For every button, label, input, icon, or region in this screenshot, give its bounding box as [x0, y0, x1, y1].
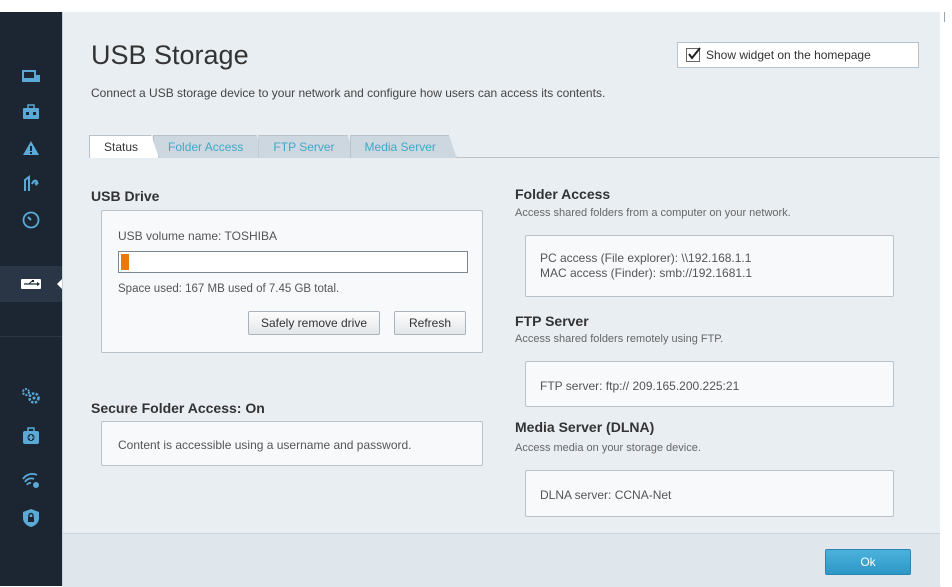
content-area: USB Drive USB volume name: TOSHIBA Space…: [63, 157, 941, 533]
media-server-description: Access media on your storage device.: [515, 442, 701, 454]
sidebar-item-wireless[interactable]: [0, 462, 62, 498]
sidebar-item-troubleshooting[interactable]: [0, 418, 62, 454]
sidebar-item-parental[interactable]: [0, 166, 62, 202]
show-widget-toggle[interactable]: Show widget on the homepage: [677, 42, 919, 68]
tab-ftp-server[interactable]: FTP Server: [258, 135, 355, 158]
wireless-icon: [22, 473, 39, 488]
sidebar-item-alerts[interactable]: [0, 130, 62, 166]
usb-volume-name: USB volume name: TOSHIBA: [118, 229, 277, 243]
space-used-text: Space used: 167 MB used of 7.45 GB total…: [118, 283, 340, 295]
pc-access-text: PC access (File explorer): \\192.168.1.1: [540, 251, 752, 265]
speed-gauge-icon: [22, 211, 40, 229]
dlna-server-text: DLNA server: CCNA-Net: [540, 488, 672, 502]
sidebar-item-speed[interactable]: [0, 202, 62, 238]
page-subtitle: Connect a USB storage device to your net…: [91, 86, 606, 100]
header: USB Storage Connect a USB storage device…: [63, 12, 941, 130]
page-title: USB Storage: [91, 40, 249, 70]
settings-gears-icon: [22, 388, 40, 404]
media-server-panel: DLNA server: CCNA-Net: [525, 470, 894, 517]
tab-status[interactable]: Status: [89, 135, 159, 158]
ok-button[interactable]: Ok: [825, 549, 911, 575]
sidebar-item-settings[interactable]: [0, 378, 62, 414]
security-shield-icon: [23, 509, 39, 527]
usb-drive-title: USB Drive: [91, 188, 160, 204]
sidebar: [0, 0, 63, 586]
secure-folder-access-title: Secure Folder Access: On: [91, 400, 265, 416]
sidebar-item-security[interactable]: [0, 500, 62, 536]
mac-access-text: MAC access (Finder): smb://192.1681.1: [540, 266, 753, 280]
usage-progress-fill: [121, 254, 129, 270]
checkmark-icon: [688, 47, 701, 60]
safely-remove-drive-button[interactable]: Safely remove drive: [248, 311, 380, 335]
sidebar-item-devices[interactable]: [0, 58, 62, 94]
toolbox-icon: [23, 104, 39, 119]
folder-access-panel: PC access (File explorer): \\192.168.1.1…: [525, 235, 894, 297]
media-server-title: Media Server (DLNA): [515, 419, 655, 435]
refresh-button[interactable]: Refresh: [394, 311, 466, 335]
secure-access-text: Content is accessible using a username a…: [118, 438, 412, 452]
ftp-server-address: FTP server: ftp:// 209.165.200.225:21: [540, 379, 740, 393]
tab-bar: Status Folder Access FTP Server Media Se…: [89, 134, 451, 158]
ftp-server-panel: FTP server: ftp:// 209.165.200.225:21: [525, 361, 894, 407]
tab-folder-access[interactable]: Folder Access: [153, 135, 264, 158]
devices-icon: [22, 70, 40, 82]
ftp-server-title: FTP Server: [515, 313, 589, 329]
show-widget-checkbox[interactable]: [686, 47, 701, 62]
show-widget-label: Show widget on the homepage: [706, 48, 871, 62]
usb-icon: [21, 279, 41, 289]
folder-access-title: Folder Access: [515, 186, 611, 202]
sidebar-item-usb-storage[interactable]: [0, 266, 63, 302]
usb-drive-panel: USB volume name: TOSHIBA Space used: 167…: [101, 210, 483, 353]
secure-access-panel: Content is accessible using a username a…: [101, 421, 483, 466]
ftp-server-description: Access shared folders remotely using FTP…: [515, 333, 724, 345]
footer: Ok: [63, 533, 941, 587]
warning-icon: [23, 141, 39, 155]
usage-progress-bar: [118, 251, 468, 273]
usb-storage-window: USB Storage Connect a USB storage device…: [62, 12, 941, 587]
tab-media-server[interactable]: Media Server: [350, 135, 457, 158]
troubleshooting-icon: [23, 427, 39, 444]
folder-access-description: Access shared folders from a computer on…: [515, 207, 791, 219]
sidebar-item-toolbox[interactable]: [0, 94, 62, 130]
parental-controls-icon: [24, 175, 39, 191]
